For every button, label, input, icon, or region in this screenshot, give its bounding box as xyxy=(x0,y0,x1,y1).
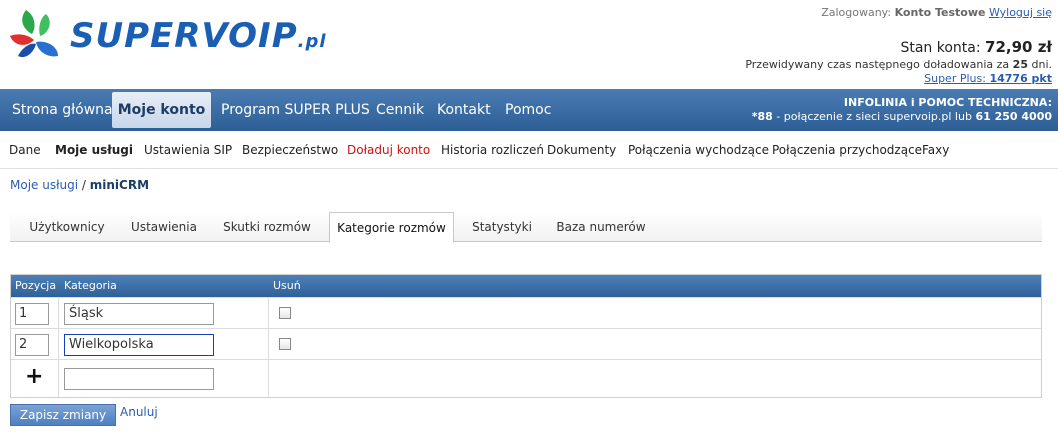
tab-kategorie-rozmow[interactable]: Kategorie rozmów xyxy=(329,212,454,243)
breadcrumb-parent[interactable]: Moje usługi xyxy=(10,178,78,192)
nav-pomoc[interactable]: Pomoc xyxy=(505,89,551,131)
logo-star-icon xyxy=(10,10,58,58)
categories-table: Pozycja Kategoria Usuń 1 Śląsk 2 Wielkop… xyxy=(10,274,1042,398)
subnav-polaczenia-przychodzace[interactable]: Połączenia przychodzące xyxy=(772,143,922,157)
header-kategoria: Kategoria xyxy=(64,279,117,292)
breadcrumb-current: miniCRM xyxy=(89,178,150,192)
nav-cennik[interactable]: Cennik xyxy=(376,89,424,131)
logo-text: SUPERVOIP.pl xyxy=(70,16,327,56)
sub-nav: Dane Moje usługi Ustawienia SIP Bezpiecz… xyxy=(0,131,1058,169)
tab-bar: Użytkownicy Ustawienia Skutki rozmów Kat… xyxy=(10,212,1042,243)
user-name: Konto Testowe xyxy=(894,6,986,19)
super-plus-points[interactable]: Super Plus: 14776 pkt xyxy=(924,72,1052,85)
topup-forecast: Przewidywany czas następnego doładowania… xyxy=(745,58,1052,71)
logout-link[interactable]: Wyloguj się xyxy=(989,6,1052,19)
subnav-polaczenia-wychodzace[interactable]: Połączenia wychodzące xyxy=(628,143,769,157)
header: SUPERVOIP.pl Zalogowany: Konto Testowe W… xyxy=(0,0,1058,89)
nav-kontakt[interactable]: Kontakt xyxy=(437,89,491,131)
subnav-ustawienia-sip[interactable]: Ustawienia SIP xyxy=(144,143,232,157)
add-row-icon[interactable]: + xyxy=(25,364,43,389)
subnav-bezpieczenstwo[interactable]: Bezpieczeństwo xyxy=(242,143,338,157)
category-input[interactable]: Wielkopolska xyxy=(64,334,214,356)
subnav-historia-rozliczen[interactable]: Historia rozliczeń xyxy=(441,143,544,157)
account-balance: Stan konta: 72,90 zł xyxy=(900,38,1052,56)
tab-ustawienia[interactable]: Ustawienia xyxy=(124,212,204,242)
save-button[interactable]: Zapisz zmiany xyxy=(10,404,116,426)
tab-statystyki[interactable]: Statystyki xyxy=(467,212,537,242)
position-input[interactable]: 2 xyxy=(15,334,49,356)
position-input[interactable]: 1 xyxy=(15,303,49,325)
nav-moje-konto[interactable]: Moje konto xyxy=(112,92,211,128)
nav-strona-glowna[interactable]: Strona główna xyxy=(12,89,113,131)
helpline-info: INFOLINIA i POMOC TECHNICZNA: *88 - połą… xyxy=(751,96,1052,123)
logged-label: Zalogowany: xyxy=(821,6,892,19)
delete-checkbox[interactable] xyxy=(279,307,291,319)
subnav-dane[interactable]: Dane xyxy=(9,143,41,157)
subnav-moje-uslugi[interactable]: Moje usługi xyxy=(55,143,133,157)
table-header: Pozycja Kategoria Usuń xyxy=(11,275,1041,297)
header-pozycja: Pozycja xyxy=(15,279,57,292)
new-row: + xyxy=(11,359,1041,397)
nav-program-super-plus[interactable]: Program SUPER PLUS xyxy=(221,89,370,131)
delete-checkbox[interactable] xyxy=(279,338,291,350)
header-usun: Usuń xyxy=(273,279,301,292)
subnav-doladuj-konto[interactable]: Doładuj konto xyxy=(347,143,430,157)
subnav-dokumenty[interactable]: Dokumenty xyxy=(547,143,616,157)
subnav-faxy[interactable]: Faxy xyxy=(922,143,949,157)
tab-baza-numerow[interactable]: Baza numerów xyxy=(553,212,649,242)
table-row: 1 Śląsk xyxy=(11,297,1041,328)
table-row: 2 Wielkopolska xyxy=(11,328,1041,359)
cancel-link[interactable]: Anuluj xyxy=(120,405,158,419)
tab-uzytkownicy[interactable]: Użytkownicy xyxy=(20,212,114,242)
breadcrumb: Moje usługi / miniCRM xyxy=(10,178,150,192)
login-info: Zalogowany: Konto Testowe Wyloguj się xyxy=(821,6,1052,19)
balance-value: 72,90 zł xyxy=(985,38,1052,56)
category-input[interactable]: Śląsk xyxy=(64,303,214,325)
tab-skutki-rozmow[interactable]: Skutki rozmów xyxy=(215,212,319,242)
new-category-input[interactable] xyxy=(64,368,214,390)
supervoip-logo[interactable]: SUPERVOIP.pl xyxy=(6,6,326,64)
